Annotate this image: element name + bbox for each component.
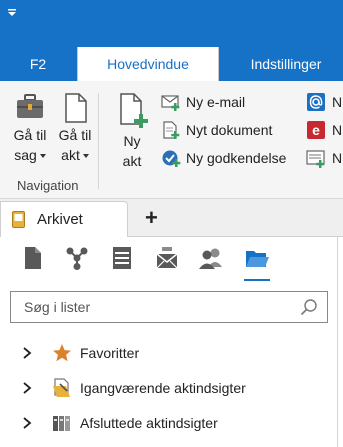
briefcase-icon: [17, 94, 43, 118]
cutoff-label-3: N: [332, 150, 343, 166]
open-folder-icon[interactable]: [244, 245, 270, 271]
new-record-label-line1: Ny: [123, 133, 141, 149]
panel-icon-bar: [0, 237, 343, 285]
new-document-icon: [120, 93, 148, 128]
new-approval-label: Ny godkendelse: [186, 150, 287, 166]
tree-item-label: Afsluttede aktindsigter: [80, 415, 218, 431]
tab-hovedvindue[interactable]: Hovedvindue: [77, 47, 219, 81]
quick-access-dropdown-icon[interactable]: [6, 8, 18, 18]
tree-item-favoritter[interactable]: Favoritter: [22, 341, 139, 365]
new-document-small-icon: [163, 121, 180, 139]
new-email-label: Ny e-mail: [186, 94, 246, 110]
new-document-button[interactable]: Nyt dokument: [161, 119, 272, 141]
star-icon: [53, 344, 71, 362]
new-approval-button[interactable]: Ny godkendelse: [161, 147, 286, 169]
search-icon[interactable]: [300, 298, 318, 316]
goto-case-button[interactable]: Gå til sag: [9, 92, 51, 165]
new-email-icon: [161, 95, 180, 111]
completed-binders-icon: [53, 416, 70, 431]
navigation-group-label: Navigation: [17, 178, 79, 193]
chevron-right-icon[interactable]: [22, 382, 32, 394]
search-input[interactable]: Søg i lister: [10, 291, 328, 323]
tree-item-afsluttede[interactable]: Afsluttede aktindsigter: [22, 411, 218, 435]
chevron-right-icon[interactable]: [22, 417, 32, 429]
goto-record-button[interactable]: Gå til akt: [54, 92, 96, 165]
tab-f2[interactable]: F2: [20, 47, 56, 81]
document-tab-bar: Arkivet: [0, 199, 343, 237]
document-icon[interactable]: [20, 245, 46, 271]
new-document-label: Nyt dokument: [186, 122, 273, 138]
form-icon: [306, 150, 325, 168]
e-letter-icon: e: [307, 121, 325, 139]
org-chart-icon[interactable]: [64, 245, 90, 271]
at-sign-icon: [307, 93, 325, 111]
cutoff-label-1: N: [332, 94, 343, 110]
tree-item-label: Igangværende aktindsigter: [80, 380, 246, 396]
approval-check-icon: [162, 150, 181, 167]
mail-icon[interactable]: [154, 245, 180, 271]
add-tab-button[interactable]: +: [145, 206, 158, 230]
tree-item-label: Favoritter: [80, 345, 140, 361]
tab-arkivet[interactable]: Arkivet: [0, 201, 128, 237]
tab-arkivet-label: Arkivet: [37, 211, 83, 228]
document-icon: [65, 93, 87, 123]
tab-indstillinger[interactable]: Indstillinger: [236, 47, 336, 81]
new-record-button[interactable]: Ny akt: [111, 92, 153, 171]
active-icon-indicator: [244, 279, 270, 281]
tree-item-igangvaerende[interactable]: Igangværende aktindsigter: [22, 376, 246, 400]
pending-folder-icon: [53, 378, 70, 397]
new-record-label-line2: akt: [122, 153, 142, 169]
chevron-down-icon: [39, 154, 46, 159]
svg-text:e: e: [312, 122, 320, 138]
panel-border: [337, 237, 338, 447]
search-placeholder: Søg i lister: [24, 299, 91, 315]
users-icon[interactable]: [198, 245, 224, 271]
cutoff-button-1[interactable]: N: [306, 91, 342, 113]
archive-icon: [12, 211, 25, 228]
cutoff-label-2: N: [332, 122, 343, 138]
goto-record-label-line2: akt: [61, 147, 80, 163]
goto-case-label-line2: sag: [14, 147, 37, 163]
cutoff-button-3[interactable]: N: [306, 147, 342, 169]
goto-case-label-line1: Gå til: [13, 127, 47, 143]
chevron-down-icon: [82, 154, 89, 159]
ribbon-separator: [98, 93, 99, 189]
new-email-button[interactable]: Ny e-mail: [161, 91, 245, 113]
chevron-right-icon[interactable]: [22, 347, 32, 359]
list-icon[interactable]: [109, 245, 135, 271]
goto-record-label-line1: Gå til: [58, 127, 92, 143]
cutoff-button-2[interactable]: e N: [306, 119, 342, 141]
ribbon: Gå til sag Gå til akt Navigation Ny akt …: [0, 81, 343, 199]
